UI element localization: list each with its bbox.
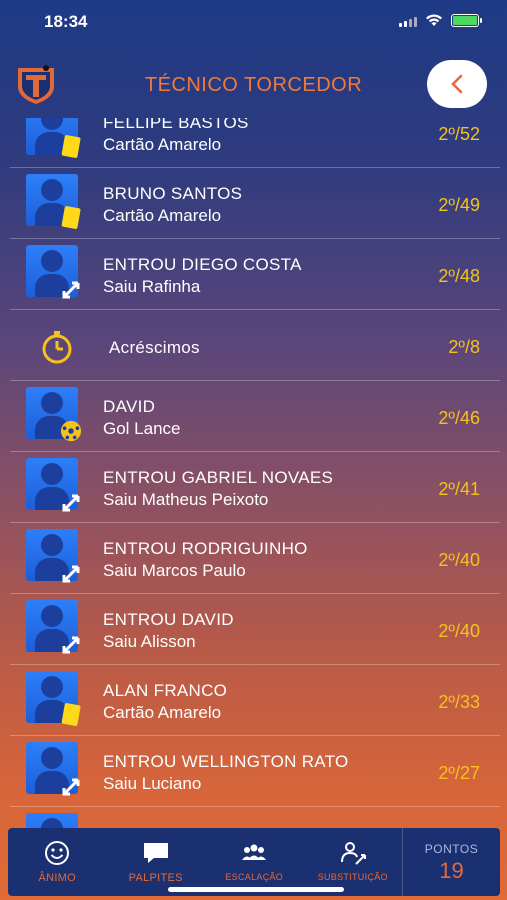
- event-title: ENTROU WELLINGTON RATO: [103, 752, 349, 771]
- event-row[interactable]: FELLIPE BASTOS Cartão Amarelo 2º/52: [10, 118, 500, 168]
- tab-bar: ÂNIMO PALPITES ESCALAÇÃO SUBSTITUIÇÃO PO…: [8, 828, 500, 896]
- event-subtitle: Saiu Marcos Paulo: [103, 561, 246, 580]
- event-row[interactable]: ENTROU GABRIEL NOVAES Saiu Matheus Peixo…: [10, 452, 500, 523]
- event-row[interactable]: DAVID Gol Lance 2º/46: [10, 381, 500, 452]
- tab-label: PALPITES: [128, 872, 183, 884]
- substitution-arrows-icon: [62, 636, 80, 654]
- tab-label: ÂNIMO: [38, 872, 77, 884]
- stopwatch-icon: [42, 331, 72, 364]
- event-time: 2º/40: [438, 550, 480, 570]
- event-row[interactable]: ENTROU WELLINGTON RATO Saiu Luciano 2º/2…: [10, 736, 500, 807]
- event-subtitle: Cartão Amarelo: [103, 135, 222, 154]
- event-subtitle: Saiu Rafinha: [103, 277, 201, 296]
- event-subtitle: Saiu Luciano: [103, 774, 202, 793]
- tab-label: ESCALAÇÃO: [225, 872, 284, 882]
- event-title: ENTROU DAVID: [103, 610, 234, 629]
- substitution-arrows-icon: [62, 281, 80, 299]
- event-subtitle: Cartão Amarelo: [103, 703, 222, 722]
- status-icons: [399, 14, 482, 27]
- tab-palpites[interactable]: PALPITES: [107, 828, 206, 896]
- home-indicator: [168, 887, 344, 892]
- tab-label: SUBSTITUIÇÃO: [317, 872, 388, 882]
- signal-icon: [399, 15, 417, 27]
- event-row[interactable]: ENTROU RODRIGUINHO Saiu Marcos Paulo 2º/…: [10, 523, 500, 594]
- event-title: ENTROU RODRIGUINHO: [103, 539, 308, 558]
- event-title: DAVID: [103, 397, 156, 416]
- event-title: FELLIPE BASTOS: [103, 118, 249, 132]
- battery-icon: [451, 14, 482, 27]
- chevron-left-icon: [451, 74, 463, 94]
- ball-icon: [60, 420, 82, 442]
- event-row[interactable]: ENTROU DIEGO COSTA Saiu Rafinha 2º/48: [10, 239, 500, 310]
- substitution-icon: [340, 842, 366, 865]
- event-subtitle: Saiu Alisson: [103, 632, 196, 651]
- event-subtitle: Gol Lance: [103, 419, 181, 438]
- player-avatar: [26, 813, 78, 828]
- event-list[interactable]: FELLIPE BASTOS Cartão Amarelo 2º/52 BRUN…: [10, 118, 500, 828]
- event-title: Acréscimos: [109, 338, 200, 357]
- event-title: BRUNO SANTOS: [103, 184, 243, 203]
- event-subtitle: Cartão Amarelo: [103, 206, 222, 225]
- yellow-card-icon: [61, 135, 81, 158]
- tab-escalacao[interactable]: ESCALAÇÃO: [205, 828, 304, 896]
- tab-animo[interactable]: ÂNIMO: [8, 828, 107, 896]
- header: TÉCNICO TORCEDOR: [0, 52, 507, 116]
- wifi-icon: [426, 14, 442, 26]
- points-panel: PONTOS 19: [402, 828, 500, 896]
- smile-icon: [45, 841, 70, 865]
- points-label: PONTOS: [424, 842, 479, 856]
- status-time: 18:34: [44, 12, 88, 31]
- status-bar: 18:34: [0, 0, 507, 44]
- substitution-arrows-icon: [62, 565, 80, 583]
- event-time: 2º/48: [438, 266, 480, 286]
- event-row[interactable]: BRUNO SANTOS Cartão Amarelo 2º/49: [10, 168, 500, 239]
- event-time: 2º/52: [438, 124, 480, 144]
- event-time: 2º/27: [438, 763, 480, 783]
- substitution-arrows-icon: [62, 494, 80, 512]
- event-time: 2º/49: [438, 195, 480, 215]
- event-title: ALAN FRANCO: [103, 681, 228, 700]
- event-row[interactable]: ENTROU DAVID Saiu Alisson 2º/40: [10, 594, 500, 665]
- tab-substituicao[interactable]: SUBSTITUIÇÃO: [304, 828, 403, 896]
- event-time: 2º/8: [448, 337, 480, 357]
- event-row[interactable]: Acréscimos 2º/8: [10, 310, 500, 381]
- team-icon: [242, 844, 267, 860]
- event-subtitle: Saiu Matheus Peixoto: [103, 490, 269, 509]
- points-value: 19: [439, 858, 464, 883]
- chat-icon: [143, 843, 168, 863]
- event-time: 2º/40: [438, 621, 480, 641]
- event-title: ENTROU GABRIEL NOVAES: [103, 468, 334, 487]
- event-time: 2º/33: [438, 692, 480, 712]
- yellow-card-icon: [61, 206, 81, 229]
- event-title: ENTROU DIEGO COSTA: [103, 255, 302, 274]
- event-time: 2º/41: [438, 479, 480, 499]
- event-time: 2º/46: [438, 408, 480, 428]
- event-row[interactable]: [10, 807, 500, 828]
- yellow-card-icon: [61, 703, 81, 726]
- substitution-arrows-icon: [62, 778, 80, 796]
- back-button[interactable]: [427, 60, 487, 108]
- event-row[interactable]: ALAN FRANCO Cartão Amarelo 2º/33: [10, 665, 500, 736]
